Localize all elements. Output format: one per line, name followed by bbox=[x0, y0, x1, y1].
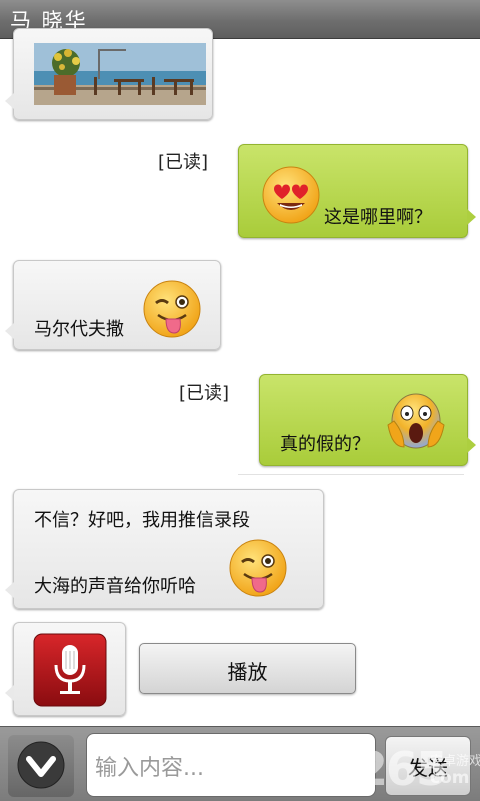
watermark-site: 安卓游戏网 bbox=[430, 754, 480, 769]
heart-eyes-emoji bbox=[261, 165, 321, 229]
received-photo-bubble[interactable] bbox=[5, 28, 213, 120]
received-voice-bubble[interactable] bbox=[5, 622, 126, 716]
screaming-emoji bbox=[386, 391, 446, 457]
watermark-com: com bbox=[430, 768, 470, 788]
read-receipt: [已读] bbox=[179, 383, 230, 404]
play-button[interactable]: 播放 bbox=[139, 643, 356, 694]
chevron-down-icon bbox=[16, 740, 66, 794]
play-button-label: 播放 bbox=[227, 660, 268, 684]
received-message-bubble[interactable]: 马尔代夫撒 bbox=[5, 260, 221, 350]
microphone-icon[interactable] bbox=[33, 633, 107, 711]
message-text: 真的假的？ bbox=[280, 434, 370, 455]
message-text: 马尔代夫撒 bbox=[34, 319, 124, 340]
sent-message-bubble[interactable]: 真的假的？ bbox=[259, 374, 476, 466]
message-text-line-2: 大海的声音给你听哈 bbox=[34, 576, 196, 597]
read-receipt: [已读] bbox=[158, 152, 209, 173]
divider bbox=[238, 474, 464, 475]
input-placeholder: 输入内容... bbox=[95, 756, 204, 781]
beach-photo[interactable] bbox=[34, 43, 206, 105]
received-message-bubble[interactable]: 不信？好吧，我用推信录段 大海的声音给你听哈 bbox=[5, 489, 324, 609]
message-text: 这是哪里啊？ bbox=[324, 207, 432, 228]
watermark-number: 2265 bbox=[326, 742, 448, 796]
sent-message-bubble[interactable]: 这是哪里啊？ bbox=[238, 144, 476, 238]
collapse-button[interactable] bbox=[8, 735, 74, 797]
winking-tongue-emoji bbox=[142, 279, 202, 343]
winking-tongue-emoji bbox=[228, 538, 288, 602]
message-text-line-1: 不信？好吧，我用推信录段 bbox=[34, 510, 250, 531]
